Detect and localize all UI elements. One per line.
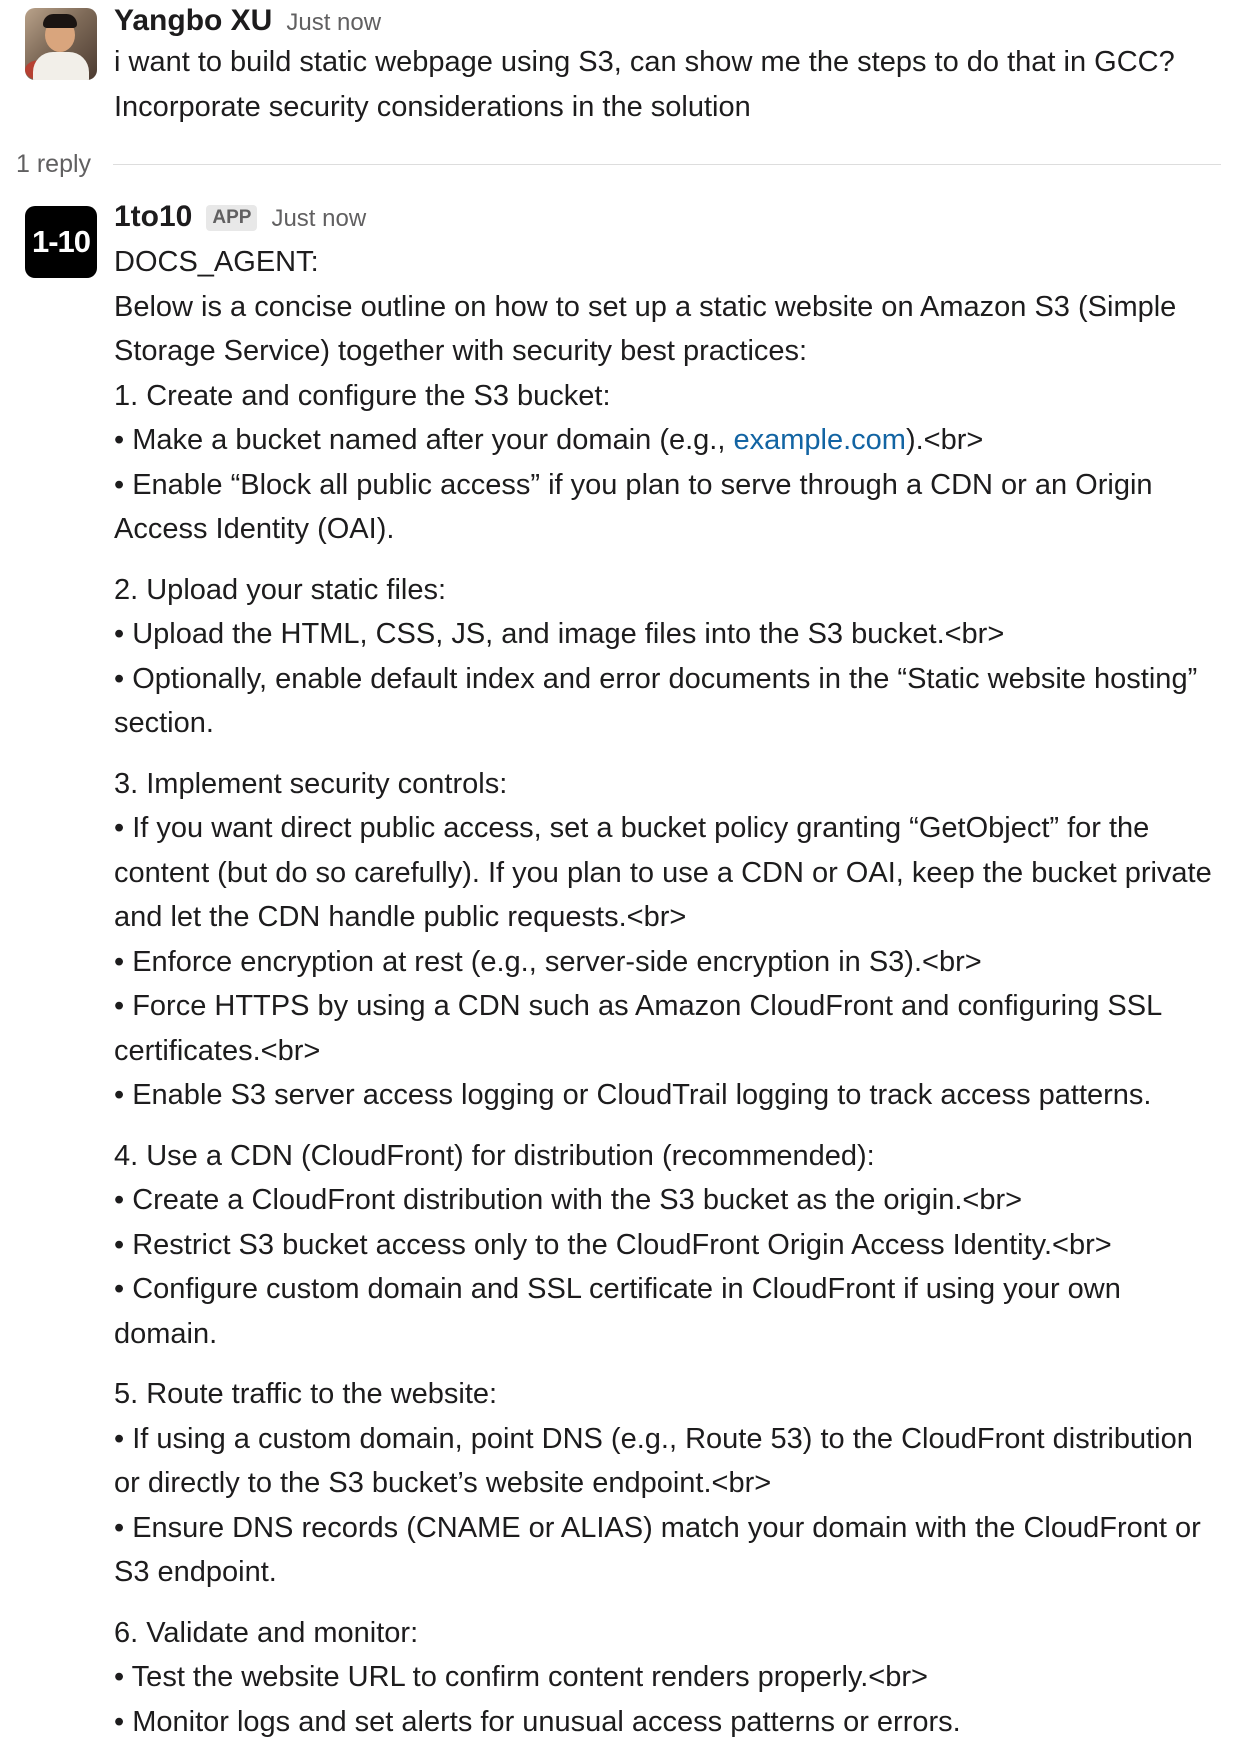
bullet-item: • Create a CloudFront distribution with …: [114, 1178, 1216, 1223]
avatar-photo-detail: [43, 14, 77, 28]
bot-avatar[interactable]: 1-10: [25, 206, 97, 278]
bullet-item: • Upload the HTML, CSS, JS, and image fi…: [114, 612, 1216, 657]
step-title: 3. Implement security controls:: [114, 762, 1216, 807]
step-block: 2. Upload your static files: • Upload th…: [114, 568, 1216, 746]
bullet-item: • Ensure DNS records (CNAME or ALIAS) ma…: [114, 1506, 1216, 1595]
bot-avatar-text: 1-10: [32, 224, 90, 260]
thread-replies-divider: 1 reply: [16, 150, 1221, 179]
app-badge: APP: [206, 205, 257, 231]
reply-count[interactable]: 1 reply: [16, 150, 91, 179]
bullet-item: • Force HTTPS by using a CDN such as Ama…: [114, 984, 1216, 1073]
bullet-item: • Monitor logs and set alerts for unusua…: [114, 1700, 1216, 1744]
bullet-text: • Make a bucket named after your domain …: [114, 424, 733, 456]
user-avatar[interactable]: [25, 8, 97, 80]
bullet-text: ).<br>: [906, 424, 983, 456]
divider-line: [113, 164, 1221, 165]
bullet-item: • Enable “Block all public access” if yo…: [114, 463, 1216, 552]
step-title: 4. Use a CDN (CloudFront) for distributi…: [114, 1134, 1216, 1179]
bullet-item: • Enable S3 server access logging or Clo…: [114, 1073, 1216, 1118]
step-block: 4. Use a CDN (CloudFront) for distributi…: [114, 1134, 1216, 1357]
intro-text: Below is a concise outline on how to set…: [114, 285, 1216, 374]
user-message-header: Yangbo XU Just now: [114, 4, 381, 38]
bullet-item: • Enforce encryption at rest (e.g., serv…: [114, 940, 1216, 985]
bot-message-header: 1to10 APP Just now: [114, 200, 366, 234]
bot-message-body: DOCS_AGENT: Below is a concise outline o…: [114, 240, 1216, 1744]
bullet-item: • Optionally, enable default index and e…: [114, 657, 1216, 746]
step-block: 5. Route traffic to the website: • If us…: [114, 1372, 1216, 1595]
step-title: 5. Route traffic to the website:: [114, 1372, 1216, 1417]
user-message-line: i want to build static webpage using S3,…: [114, 40, 1216, 85]
step-title: 1. Create and configure the S3 bucket:: [114, 374, 1216, 419]
step-title: 2. Upload your static files:: [114, 568, 1216, 613]
avatar-photo-detail: [33, 52, 89, 80]
step-title: 6. Validate and monitor:: [114, 1611, 1216, 1656]
bullet-item: • Restrict S3 bucket access only to the …: [114, 1223, 1216, 1268]
agent-label: DOCS_AGENT:: [114, 240, 1216, 285]
bullet-item: • If using a custom domain, point DNS (e…: [114, 1417, 1216, 1506]
example-domain-link[interactable]: example.com: [733, 424, 905, 456]
bullet-item: • Configure custom domain and SSL certif…: [114, 1267, 1216, 1356]
step-block: 6. Validate and monitor: • Test the webs…: [114, 1611, 1216, 1744]
user-author-name[interactable]: Yangbo XU: [114, 4, 272, 38]
bullet-item: • Test the website URL to confirm conten…: [114, 1655, 1216, 1700]
bullet-item: • Make a bucket named after your domain …: [114, 418, 1216, 463]
bullet-item: • If you want direct public access, set …: [114, 806, 1216, 940]
bot-message-time[interactable]: Just now: [271, 205, 366, 233]
bot-author-name[interactable]: 1to10: [114, 200, 192, 234]
user-message-time[interactable]: Just now: [286, 9, 381, 37]
step-block: 3. Implement security controls: • If you…: [114, 762, 1216, 1118]
user-message-line: Incorporate security considerations in t…: [114, 85, 1216, 130]
user-message-body: i want to build static webpage using S3,…: [114, 40, 1216, 129]
